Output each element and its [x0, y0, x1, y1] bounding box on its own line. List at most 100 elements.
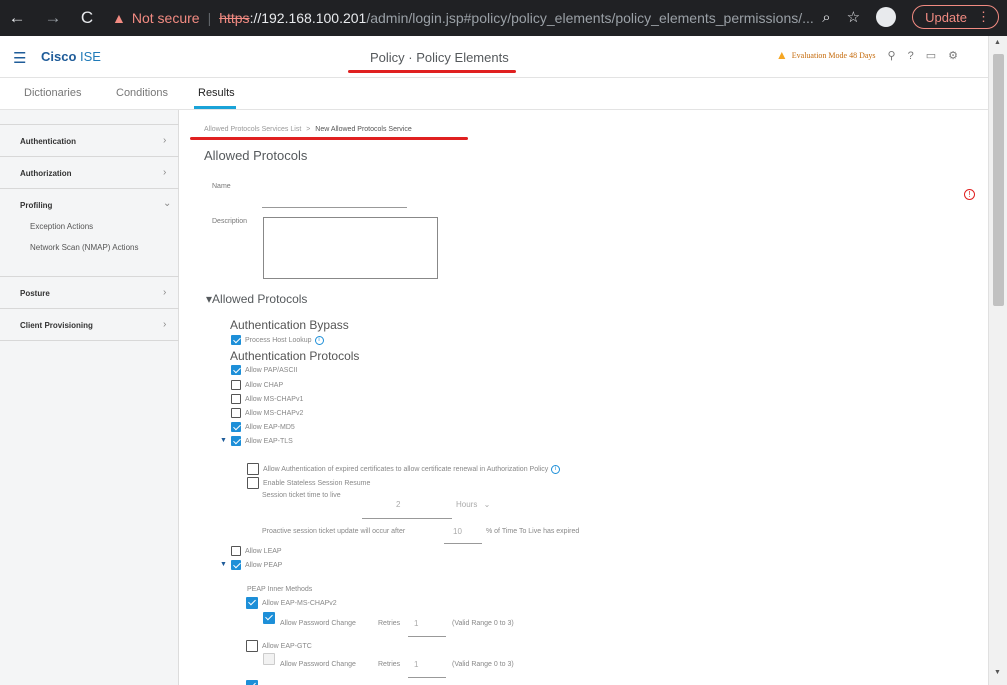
- chap-checkbox[interactable]: [231, 380, 241, 390]
- brand-logo[interactable]: Cisco ISE: [41, 49, 101, 64]
- retries-value[interactable]: 1: [414, 660, 418, 669]
- evaluation-badge[interactable]: ▲ Evaluation Mode 48 Days: [776, 48, 876, 63]
- chevron-right-icon: ›: [163, 319, 167, 330]
- ticket-ttl-value[interactable]: 2: [396, 500, 400, 509]
- allowed-protocols-section-toggle[interactable]: ▾Allowed Protocols: [206, 292, 307, 306]
- retries-value[interactable]: 1: [414, 619, 418, 628]
- name-input[interactable]: [262, 207, 407, 208]
- sidebar-item-exception-actions[interactable]: Exception Actions: [30, 222, 93, 231]
- chevron-right-icon: ›: [163, 135, 167, 146]
- pwd-change-label: Allow Password Change: [280, 661, 356, 668]
- scroll-thumb[interactable]: [993, 54, 1004, 306]
- tab-conditions[interactable]: Conditions: [116, 87, 168, 99]
- section-title: Allowed Protocols: [212, 292, 308, 306]
- sidebar-item-client-provisioning[interactable]: Client Provisioning: [20, 321, 93, 330]
- protocol-label: Allow MS-CHAPv2: [245, 409, 304, 417]
- update-button[interactable]: Update ⋮: [912, 5, 999, 29]
- breadcrumb-separator: >: [306, 126, 311, 133]
- description-textarea[interactable]: [263, 217, 438, 279]
- info-icon[interactable]: i: [314, 335, 324, 345]
- bypass-heading: Authentication Bypass: [230, 318, 349, 332]
- range-label: (Valid Range 0 to 3): [452, 661, 514, 668]
- zoom-icon[interactable]: ⌕: [822, 9, 830, 26]
- peap-mschapv2-checkbox[interactable]: [246, 597, 258, 609]
- leap-label: Allow LEAP: [245, 547, 282, 555]
- info-icon[interactable]: i: [551, 464, 561, 474]
- breadcrumb-annotation-line: [190, 137, 468, 140]
- retries-label: Retries: [378, 620, 401, 627]
- breadcrumb-parent-link[interactable]: Allowed Protocols Services List: [204, 126, 301, 133]
- scroll-down-icon[interactable]: ▼: [994, 669, 1001, 676]
- evaluation-text: Evaluation Mode 48 Days: [791, 51, 876, 60]
- protocol-row: Allow EAP-TLS: [231, 436, 293, 446]
- profile-avatar[interactable]: [876, 7, 897, 27]
- proactive-value[interactable]: 10: [453, 527, 462, 536]
- peap-mschapv2-row: Allow EAP-MS-CHAPv2: [246, 597, 337, 609]
- peap-label: Allow PEAP: [245, 561, 283, 569]
- address-bar[interactable]: ▲ Not secure | https://192.168.100.201/a…: [112, 6, 814, 30]
- stateless-resume-row: Enable Stateless Session Resume: [247, 477, 370, 489]
- leap-checkbox[interactable]: [231, 546, 241, 556]
- expired-certs-row: Allow Authentication of expired certific…: [247, 463, 561, 475]
- peap-gtc-checkbox[interactable]: [246, 640, 258, 652]
- tab-dictionaries[interactable]: Dictionaries: [24, 87, 81, 99]
- reload-icon[interactable]: C: [74, 5, 100, 31]
- sidebar-item-authentication[interactable]: Authentication: [20, 137, 76, 146]
- pap-ascii-checkbox[interactable]: [231, 365, 241, 375]
- peap-checkbox[interactable]: [231, 560, 241, 570]
- peap-pwd-change-checkbox[interactable]: [263, 612, 275, 624]
- retries-label: Retries: [378, 661, 401, 668]
- not-secure-label: Not secure: [131, 10, 200, 26]
- forward-arrow-icon[interactable]: →: [40, 5, 66, 31]
- range-label: (Valid Range 0 to 3): [452, 620, 514, 627]
- expired-certs-checkbox[interactable]: [247, 463, 259, 475]
- eap-tls-expand-icon[interactable]: ▼: [220, 437, 227, 444]
- active-tab-indicator: [194, 106, 236, 109]
- notifications-icon[interactable]: ▭: [926, 49, 936, 62]
- protocol-row: Allow CHAP: [231, 380, 283, 390]
- hamburger-menu-icon[interactable]: ☰: [13, 49, 26, 67]
- eap-tls-checkbox[interactable]: [231, 436, 241, 446]
- sidebar-divider: [0, 124, 179, 125]
- peap-expand-icon[interactable]: ▼: [220, 561, 227, 568]
- peap-inner-heading: PEAP Inner Methods: [247, 586, 313, 593]
- chevron-right-icon: ›: [163, 287, 167, 298]
- brand-bold: Cisco: [41, 49, 77, 64]
- sidebar-item-posture[interactable]: Posture: [20, 289, 50, 298]
- peap-gtc-label: Allow EAP-GTC: [262, 642, 312, 650]
- sidebar-divider: [0, 156, 179, 157]
- protocol-row: Allow PAP/ASCII: [231, 365, 297, 375]
- ise-header: ☰ Cisco ISE Policy · Policy Elements ▲ Ev…: [0, 36, 988, 78]
- chevron-down-icon: ⌄: [163, 198, 172, 209]
- eap-md5-checkbox[interactable]: [231, 422, 241, 432]
- help-icon[interactable]: ?: [908, 50, 914, 62]
- url-scheme: https: [219, 10, 250, 26]
- sidebar-item-profiling[interactable]: Profiling: [20, 201, 52, 210]
- form-heading: Allowed Protocols: [204, 148, 308, 163]
- chevron-right-icon: ›: [163, 167, 167, 178]
- sidebar-item-network-scan[interactable]: Network Scan (NMAP) Actions: [30, 243, 138, 252]
- stateless-resume-checkbox[interactable]: [247, 477, 259, 489]
- mschapv1-checkbox[interactable]: [231, 394, 241, 404]
- tab-results[interactable]: Results: [198, 87, 235, 99]
- leap-row: Allow LEAP: [231, 546, 282, 556]
- back-arrow-icon[interactable]: ←: [4, 5, 30, 31]
- chevron-down-icon: ⌄: [483, 500, 491, 509]
- ticket-ttl-unit-select[interactable]: Hours ⌄: [456, 500, 490, 509]
- mschapv2-checkbox[interactable]: [231, 408, 241, 418]
- scroll-up-icon[interactable]: ▲: [994, 39, 1001, 46]
- error-info-icon: !: [964, 189, 975, 200]
- url-host: ://192.168.100.201: [249, 10, 367, 26]
- next-checkbox[interactable]: [246, 680, 258, 685]
- settings-gear-icon[interactable]: ⚙: [948, 49, 958, 62]
- breadcrumb: Allowed Protocols Services List > New Al…: [204, 126, 412, 133]
- process-host-lookup-checkbox[interactable]: [231, 335, 241, 345]
- ticket-ttl-label: Session ticket time to live: [262, 492, 341, 499]
- omnibox-divider: |: [207, 10, 212, 26]
- sidebar-item-authorization[interactable]: Authorization: [20, 169, 72, 178]
- gtc-pwd-change-checkbox[interactable]: [263, 653, 275, 665]
- bookmark-star-icon[interactable]: ☆: [847, 8, 860, 26]
- page-scrollbar[interactable]: ▲ ▼: [988, 36, 1007, 685]
- breadcrumb-current: New Allowed Protocols Service: [315, 126, 412, 133]
- search-icon[interactable]: ⚲: [888, 49, 896, 62]
